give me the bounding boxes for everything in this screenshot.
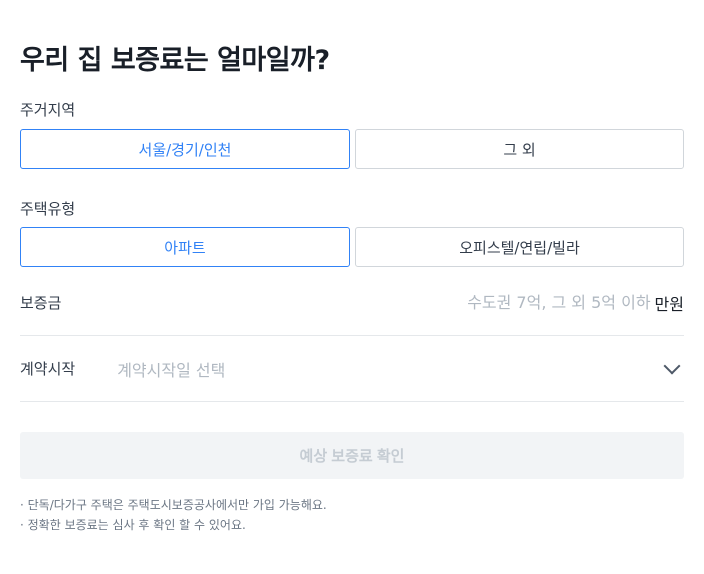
deposit-row: 보증금 만원	[20, 270, 684, 336]
house-type-label: 주택유형	[20, 200, 76, 218]
check-fee-button[interactable]: 예상 보증료 확인	[20, 432, 684, 479]
contract-start-date-picker[interactable]: 계약시작일 선택	[117, 357, 666, 381]
deposit-unit: 만원	[654, 294, 684, 314]
region-option-other[interactable]: 그 외	[355, 129, 684, 169]
notes-list: · 단독/다가구 주택은 주택도시보증공사에서만 가입 가능해요. · 정확한 …	[20, 495, 327, 535]
deposit-input[interactable]	[61, 293, 655, 312]
chevron-down-icon[interactable]	[663, 357, 681, 374]
region-label: 주거지역	[20, 101, 76, 119]
house-type-option-officetel[interactable]: 오피스텔/연립/빌라	[355, 227, 684, 267]
note-item: · 단독/다가구 주택은 주택도시보증공사에서만 가입 가능해요.	[20, 498, 327, 512]
contract-start-label: 계약시작	[20, 360, 76, 378]
contract-start-row[interactable]: 계약시작 계약시작일 선택	[20, 336, 684, 402]
region-option-capital[interactable]: 서울/경기/인천	[20, 129, 350, 169]
deposit-label: 보증금	[20, 294, 62, 312]
note-item: · 정확한 보증료는 심사 후 확인 할 수 있어요.	[20, 518, 246, 532]
house-type-option-apartment[interactable]: 아파트	[20, 227, 350, 267]
page-title: 우리 집 보증료는 얼마일까?	[20, 45, 330, 76]
